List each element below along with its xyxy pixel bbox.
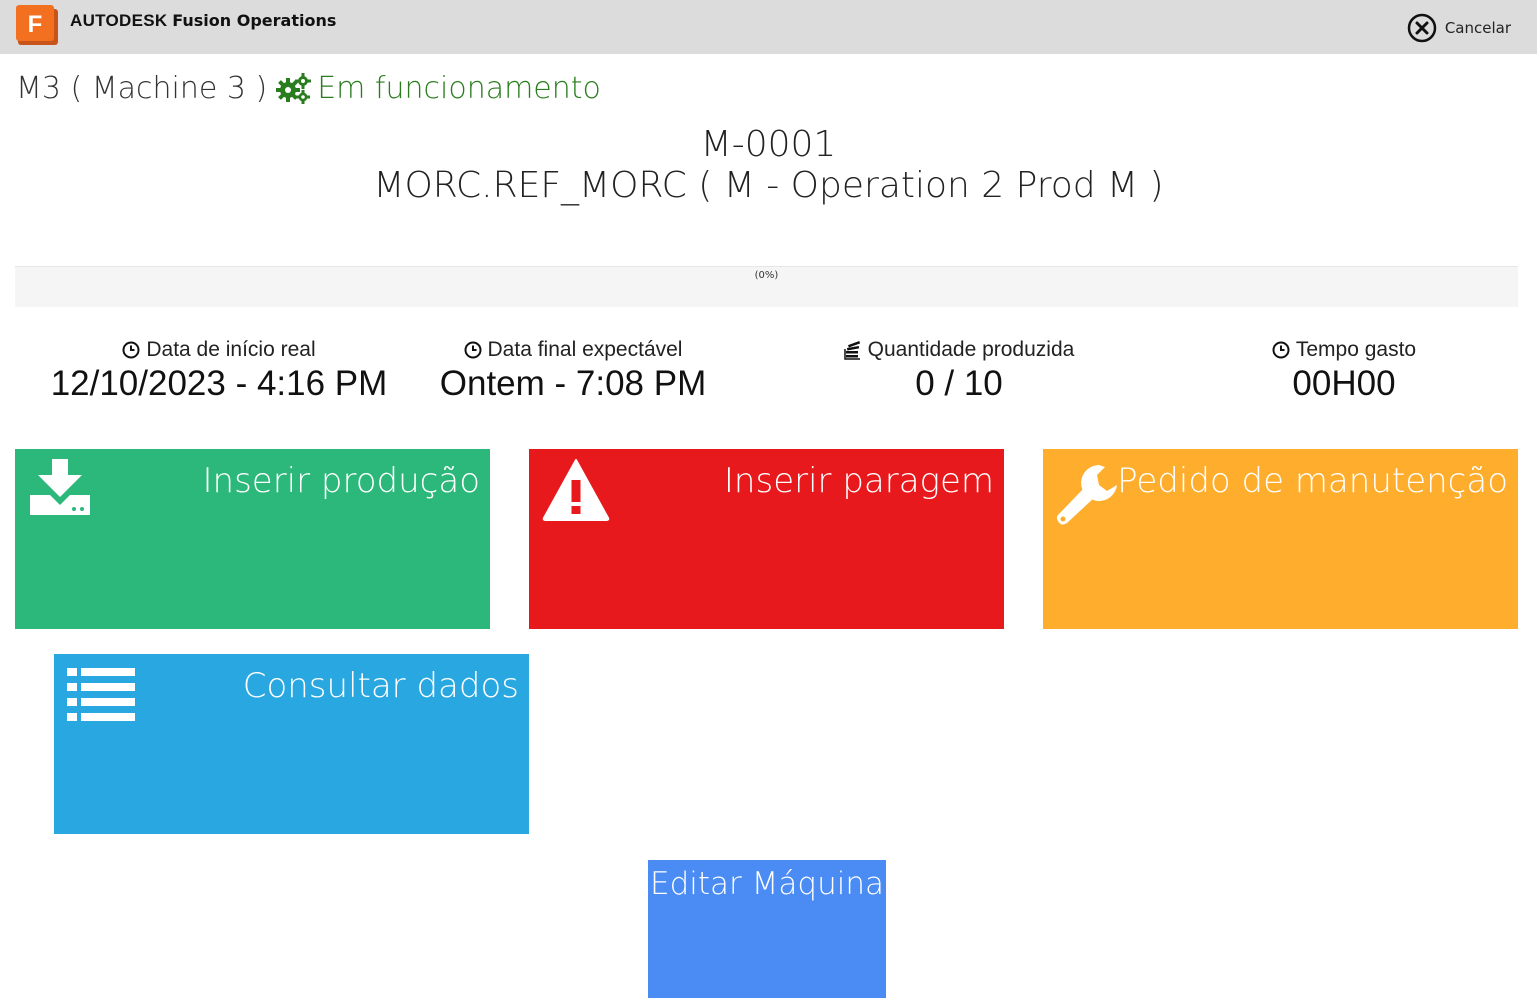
- brand-company: AUTODESK: [70, 11, 168, 30]
- stat-label: Tempo gasto: [1295, 338, 1417, 361]
- tile-label: Inserir produção: [202, 461, 481, 501]
- cancel-button[interactable]: Cancelar: [1407, 13, 1511, 43]
- stat-label: Quantidade produzida: [867, 338, 1075, 361]
- maintenance-request-tile[interactable]: Pedido de manutenção: [1043, 449, 1518, 629]
- fusion-logo-icon: F: [16, 5, 58, 45]
- progress-bar: (0%): [15, 266, 1518, 307]
- consult-data-tile[interactable]: Consultar dados: [54, 654, 529, 834]
- gears-icon: [276, 73, 312, 104]
- svg-text:F: F: [28, 11, 43, 38]
- cancel-label: Cancelar: [1444, 19, 1511, 37]
- machine-status-line: M3 ( Machine 3 ) Em funcionamento: [16, 68, 601, 108]
- machine-status: Em funcionamento: [317, 70, 601, 106]
- clock-icon: [1272, 341, 1290, 359]
- insert-production-tile[interactable]: Inserir produção: [15, 449, 490, 629]
- stat-value: Ontem - 7:08 PM: [439, 364, 707, 403]
- tile-label: Consultar dados: [242, 666, 519, 706]
- warning-icon: [542, 459, 610, 521]
- clock-icon: [122, 341, 140, 359]
- stack-icon: [843, 341, 860, 360]
- clock-icon: [464, 341, 482, 359]
- stat-label: Data final expectável: [487, 338, 683, 361]
- tile-label: Pedido de manutenção: [1117, 461, 1508, 501]
- machine-name: M3 ( Machine 3 ): [16, 70, 268, 106]
- stat-quantity: Quantidade produzida 0 / 10: [806, 338, 1112, 404]
- top-bar: F AUTODESK Fusion Operations Cancelar: [0, 0, 1537, 54]
- list-icon: [67, 668, 135, 721]
- progress-label: (0%): [754, 270, 779, 281]
- stat-value: 0 / 10: [915, 364, 1003, 403]
- order-description: MORC.REF_MORC ( M - Operation 2 Prod M ): [373, 165, 1164, 206]
- insert-stop-tile[interactable]: Inserir paragem: [529, 449, 1004, 629]
- stat-expected-end: Data final expectável Ontem - 7:08 PM: [420, 338, 726, 404]
- close-circle-icon: [1407, 13, 1437, 43]
- stat-time-spent: Tempo gasto 00H00: [1205, 338, 1483, 404]
- brand-title: AUTODESK Fusion Operations: [70, 11, 336, 31]
- tile-label: Inserir paragem: [723, 461, 994, 501]
- order-code: M-0001: [700, 124, 837, 165]
- brand-product: Fusion Operations: [172, 11, 337, 30]
- stat-value: 00H00: [1292, 364, 1396, 403]
- wrench-icon: [1056, 465, 1117, 525]
- edit-machine-tile[interactable]: Editar Máquina: [648, 860, 886, 998]
- stat-label: Data de início real: [146, 338, 316, 361]
- tile-label: Editar Máquina: [650, 866, 884, 902]
- download-icon: [30, 459, 90, 515]
- stat-start-date: Data de início real 12/10/2023 - 4:16 PM: [40, 338, 398, 404]
- stat-value: 12/10/2023 - 4:16 PM: [50, 364, 388, 403]
